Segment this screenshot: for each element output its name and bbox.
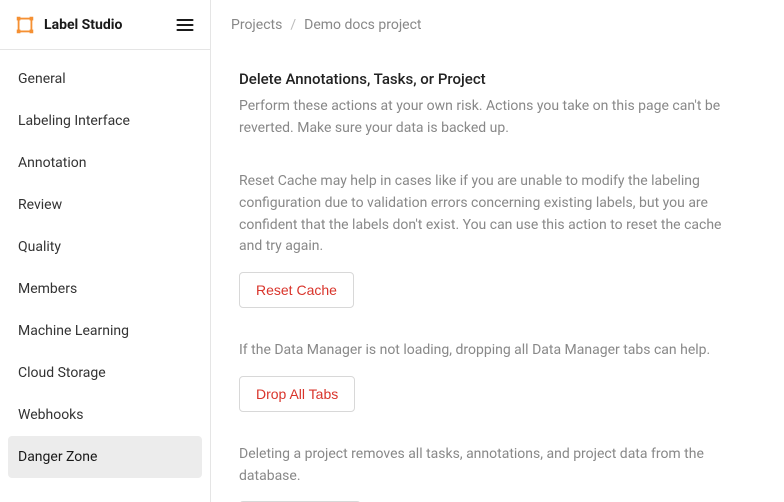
brand-name: Label Studio bbox=[44, 17, 122, 33]
breadcrumb-separator: / bbox=[290, 17, 296, 33]
sidebar-header: Label Studio bbox=[0, 0, 210, 50]
brand[interactable]: Label Studio bbox=[14, 14, 122, 36]
sidebar-item-annotation[interactable]: Annotation bbox=[8, 142, 202, 184]
sidebar-item-members[interactable]: Members bbox=[8, 268, 202, 310]
sidebar-item-machine-learning[interactable]: Machine Learning bbox=[8, 310, 202, 352]
hamburger-menu-icon[interactable] bbox=[174, 14, 196, 36]
brand-logo-icon bbox=[14, 14, 36, 36]
delete-project-description: Deleting a project removes all tasks, an… bbox=[239, 444, 739, 487]
sidebar-item-review[interactable]: Review bbox=[8, 184, 202, 226]
section-description: Perform these actions at your own risk. … bbox=[239, 96, 739, 139]
sidebar-item-quality[interactable]: Quality bbox=[8, 226, 202, 268]
breadcrumb-root[interactable]: Projects bbox=[231, 17, 282, 33]
sidebar-item-danger-zone[interactable]: Danger Zone bbox=[8, 436, 202, 478]
drop-tabs-description: If the Data Manager is not loading, drop… bbox=[239, 340, 739, 362]
section-title: Delete Annotations, Tasks, or Project bbox=[239, 70, 756, 88]
sidebar-nav: General Labeling Interface Annotation Re… bbox=[0, 50, 210, 486]
delete-project-block: Deleting a project removes all tasks, an… bbox=[239, 444, 756, 502]
drop-tabs-block: If the Data Manager is not loading, drop… bbox=[239, 340, 756, 412]
sidebar: Label Studio General Labeling Interface … bbox=[0, 0, 211, 502]
sidebar-item-webhooks[interactable]: Webhooks bbox=[8, 394, 202, 436]
sidebar-item-labeling-interface[interactable]: Labeling Interface bbox=[8, 100, 202, 142]
breadcrumb: Projects / Demo docs project bbox=[211, 0, 784, 50]
reset-cache-block: Reset Cache may help in cases like if yo… bbox=[239, 171, 756, 308]
sidebar-item-cloud-storage[interactable]: Cloud Storage bbox=[8, 352, 202, 394]
breadcrumb-current[interactable]: Demo docs project bbox=[304, 17, 421, 33]
sidebar-item-general[interactable]: General bbox=[8, 58, 202, 100]
reset-cache-description: Reset Cache may help in cases like if yo… bbox=[239, 171, 739, 258]
reset-cache-button[interactable]: Reset Cache bbox=[239, 272, 354, 308]
drop-all-tabs-button[interactable]: Drop All Tabs bbox=[239, 376, 355, 412]
main: Projects / Demo docs project Delete Anno… bbox=[211, 0, 784, 502]
content: Delete Annotations, Tasks, or Project Pe… bbox=[211, 50, 784, 502]
